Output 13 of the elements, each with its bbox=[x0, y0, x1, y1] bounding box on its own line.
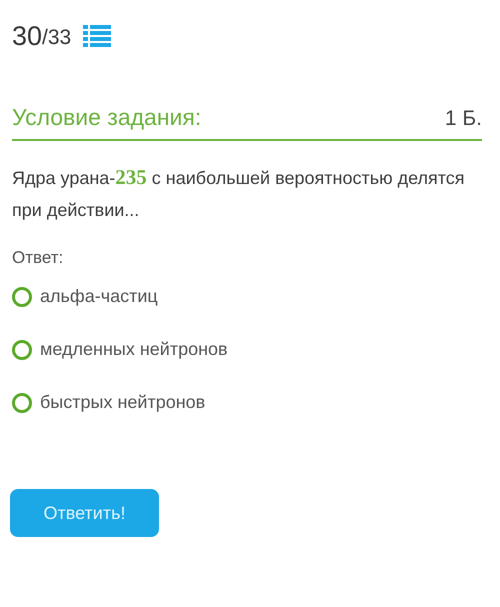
answer-option[interactable]: быстрых нейтронов bbox=[12, 392, 206, 413]
radio-button[interactable] bbox=[12, 286, 32, 306]
task-points: 1 Б. bbox=[444, 107, 482, 131]
answer-option[interactable]: медленных нейтронов bbox=[12, 339, 228, 360]
radio-button[interactable] bbox=[12, 340, 32, 360]
question-text: Ядра урана-235 с наибольшей вероятностью делятся при действии... bbox=[12, 164, 466, 222]
task-heading: Условие задания: bbox=[12, 104, 202, 131]
answer-label: Ответ: bbox=[12, 248, 64, 268]
radio-button[interactable] bbox=[12, 392, 32, 412]
answer-option[interactable]: альфа-частиц bbox=[12, 286, 158, 307]
list-icon[interactable] bbox=[83, 25, 112, 47]
question-total: /33 bbox=[42, 26, 72, 50]
question-number: 30 bbox=[12, 20, 42, 52]
